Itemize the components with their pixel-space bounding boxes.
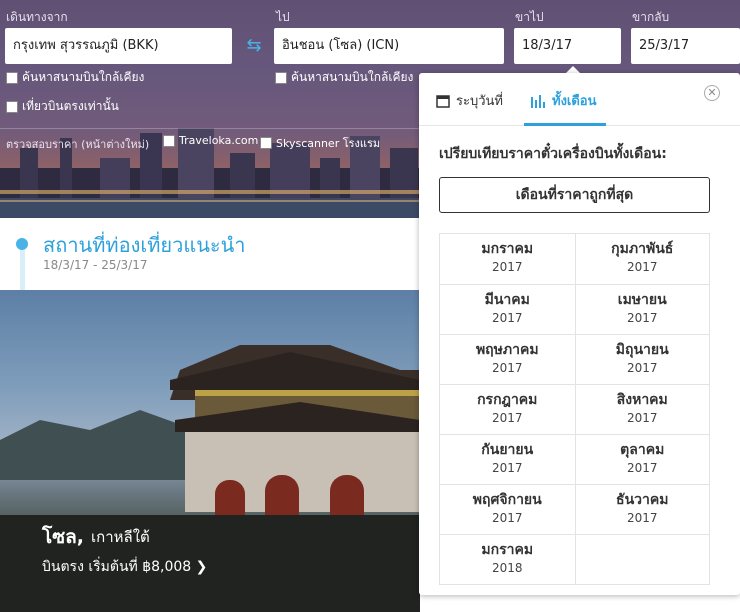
month-cell[interactable]: พฤษภาคม 2017 bbox=[440, 335, 575, 384]
month-row: พฤศจิกายน 2017 ธันวาคม 2017 bbox=[440, 484, 709, 534]
checkbox-box[interactable] bbox=[260, 137, 272, 149]
checkbox-box[interactable] bbox=[6, 71, 18, 84]
month-cell[interactable]: มกราคม 2017 bbox=[440, 234, 575, 284]
month-name: ธันวาคม bbox=[616, 492, 669, 508]
month-year: 2017 bbox=[626, 260, 658, 274]
month-row: กันยายน 2017 ตุลาคม 2017 bbox=[440, 434, 709, 484]
month-year: 2018 bbox=[491, 561, 523, 575]
month-name: กันยายน bbox=[481, 442, 534, 458]
recommended-title: สถานที่ท่องเที่ยวแนะนำ bbox=[43, 233, 246, 257]
month-name: พฤษภาคม bbox=[475, 342, 539, 358]
nearby-to-label: ค้นหาสนามบินใกล้เคียง bbox=[291, 70, 414, 84]
month-year: 2017 bbox=[626, 361, 658, 375]
month-row: กรกฎาคม 2017 สิงหาคม 2017 bbox=[440, 384, 709, 434]
timeline-dot bbox=[16, 238, 28, 250]
swap-icon[interactable]: ⇆ bbox=[241, 34, 267, 58]
depart-label: ขาไป bbox=[515, 10, 544, 24]
traveloka-checkbox[interactable]: Traveloka.com bbox=[163, 134, 258, 147]
skyscanner-hotels-checkbox[interactable]: Skyscanner โรงแรม bbox=[260, 134, 380, 152]
destination-price-link[interactable]: บินตรง เริ่มต้นที่ ฿8,008 ❯ bbox=[42, 556, 207, 578]
month-year: 2017 bbox=[626, 411, 658, 425]
month-cell[interactable]: กรกฎาคม 2017 bbox=[440, 385, 575, 434]
month-cell[interactable]: ตุลาคม 2017 bbox=[574, 435, 710, 484]
month-row: มกราคม 2018 bbox=[440, 534, 709, 584]
month-year: 2017 bbox=[626, 461, 658, 475]
nearby-to-checkbox[interactable]: ค้นหาสนามบินใกล้เคียง bbox=[275, 68, 413, 87]
return-date-input[interactable]: 25/3/17 bbox=[631, 28, 740, 64]
month-name: มกราคม bbox=[481, 542, 534, 558]
month-cell[interactable]: เมษายน 2017 bbox=[574, 285, 710, 334]
tab-specific-date[interactable]: ระบุวันที่ bbox=[436, 90, 503, 111]
month-year: 2017 bbox=[491, 461, 523, 475]
to-label: ไป bbox=[276, 10, 290, 24]
month-row: พฤษภาคม 2017 มิถุนายน 2017 bbox=[440, 334, 709, 384]
skyscanner-hotels-label: Skyscanner โรงแรม bbox=[276, 137, 381, 150]
month-row: มีนาคม 2017 เมษายน 2017 bbox=[440, 284, 709, 334]
bar-chart-icon bbox=[531, 94, 545, 108]
tab-specific-date-label: ระบุวันที่ bbox=[456, 94, 503, 109]
month-cell[interactable]: กุมภาพันธ์ 2017 bbox=[574, 234, 710, 284]
month-cell[interactable]: ธันวาคม 2017 bbox=[574, 485, 710, 534]
month-name: กุมภาพันธ์ bbox=[611, 241, 674, 257]
month-year: 2017 bbox=[491, 511, 523, 525]
month-grid: มกราคม 2017 กุมภาพันธ์ 2017 มีนาคม 2017 เมษ… bbox=[439, 233, 710, 585]
calendar-icon bbox=[436, 94, 450, 108]
destination-country: เกาหลีใต้ bbox=[91, 528, 150, 546]
month-year: 2017 bbox=[626, 511, 658, 525]
month-name: กรกฎาคม bbox=[477, 392, 538, 408]
price-check-label: ตรวจสอบราคา (หน้าต่างใหม่) bbox=[6, 138, 150, 151]
return-label: ขากลับ bbox=[632, 10, 670, 24]
tab-whole-month[interactable]: ทั้งเดือน bbox=[530, 90, 597, 111]
direct-only-label: เที่ยวบินตรงเท่านั้น bbox=[22, 99, 119, 113]
traveloka-label: Traveloka.com bbox=[179, 134, 259, 147]
month-name: เมษายน bbox=[617, 292, 667, 308]
close-icon[interactable]: ✕ bbox=[704, 85, 720, 101]
month-cell[interactable]: มิถุนายน 2017 bbox=[574, 335, 710, 384]
month-year: 2017 bbox=[626, 311, 658, 325]
checkbox-box[interactable] bbox=[275, 71, 287, 84]
from-input[interactable]: กรุงเทพ สุวรรณภูมิ (BKK) bbox=[5, 28, 232, 64]
month-year: 2017 bbox=[491, 361, 523, 375]
month-name: สิงหาคม bbox=[616, 392, 668, 408]
active-tab-indicator bbox=[524, 123, 606, 126]
direct-only-checkbox[interactable]: เที่ยวบินตรงเท่านั้น bbox=[6, 97, 119, 116]
month-cell[interactable]: มกราคม 2018 bbox=[440, 535, 575, 584]
nearby-from-label: ค้นหาสนามบินใกล้เคียง bbox=[22, 70, 145, 84]
nearby-from-checkbox[interactable]: ค้นหาสนามบินใกล้เคียง bbox=[6, 68, 144, 87]
month-year: 2017 bbox=[491, 311, 523, 325]
month-name: มีนาคม bbox=[484, 292, 530, 308]
month-cell[interactable]: กันยายน 2017 bbox=[440, 435, 575, 484]
cheapest-month-button[interactable]: เดือนที่ราคาถูกที่สุด bbox=[439, 177, 710, 213]
compare-title: เปรียบเทียบราคาตั๋วเครื่องบินทั้งเดือน: bbox=[439, 146, 667, 162]
checkbox-box[interactable] bbox=[6, 100, 18, 113]
depart-date-input[interactable]: 18/3/17 bbox=[514, 28, 621, 64]
month-year: 2017 bbox=[491, 260, 523, 274]
destination-city[interactable]: โซล, bbox=[42, 522, 84, 552]
to-input[interactable]: อินชอน (โซล) (ICN) bbox=[274, 28, 504, 64]
month-row: มกราคม 2017 กุมภาพันธ์ 2017 bbox=[440, 234, 709, 284]
empty-cell bbox=[574, 535, 710, 584]
month-name: พฤศจิกายน bbox=[472, 492, 542, 508]
month-cell[interactable]: พฤศจิกายน 2017 bbox=[440, 485, 575, 534]
month-cell[interactable]: มีนาคม 2017 bbox=[440, 285, 575, 334]
from-label: เดินทางจาก bbox=[6, 10, 68, 24]
month-name: ตุลาคม bbox=[620, 442, 665, 458]
tab-whole-month-label: ทั้งเดือน bbox=[552, 94, 597, 109]
date-picker-popup: ระบุวันที่ ทั้งเดือน ✕ เปรียบเทียบราคาตั… bbox=[419, 73, 740, 595]
month-name: มกราคม bbox=[481, 241, 534, 257]
month-name: มิถุนายน bbox=[615, 342, 669, 358]
month-year: 2017 bbox=[491, 411, 523, 425]
month-cell[interactable]: สิงหาคม 2017 bbox=[574, 385, 710, 434]
checkbox-box[interactable] bbox=[163, 134, 175, 147]
recommended-dates: 18/3/17 - 25/3/17 bbox=[43, 258, 148, 272]
